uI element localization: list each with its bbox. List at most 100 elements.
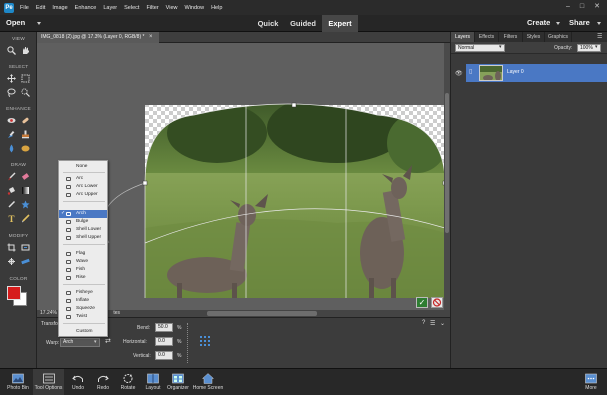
warp-option-shell-upper[interactable]: Shell Upper (59, 234, 107, 242)
crop-tool-icon[interactable] (6, 242, 17, 253)
opacity-chevron-icon[interactable]: ▾ (595, 44, 598, 50)
custom-shape-tool-icon[interactable] (20, 199, 31, 210)
tab-styles[interactable]: Styles (523, 32, 545, 42)
photo-bin-button[interactable]: Photo Bin (3, 369, 33, 395)
menu-select[interactable]: Select (124, 5, 139, 11)
share-chevron-down-icon[interactable] (597, 22, 601, 25)
create-chevron-down-icon[interactable] (556, 22, 560, 25)
warp-option-squeeze[interactable]: Squeeze (59, 305, 107, 313)
foreground-color-swatch[interactable] (7, 286, 21, 300)
horizontal-input[interactable]: 0.0 (155, 337, 173, 346)
type-tool-icon[interactable]: T (6, 213, 17, 224)
menu-image[interactable]: Image (52, 5, 67, 11)
layer-row[interactable]: ▯ Layer 0 (466, 64, 607, 82)
menu-filter[interactable]: Filter (146, 5, 158, 11)
more-button[interactable]: More (576, 369, 606, 395)
tab-graphics[interactable]: Graphics (545, 32, 572, 42)
arc-upper-icon (66, 193, 71, 197)
menu-view[interactable]: View (166, 5, 178, 11)
pencil-tool-icon[interactable] (20, 213, 31, 224)
warp-option-inflate[interactable]: Inflate (59, 297, 107, 305)
brush-tool-icon[interactable] (6, 171, 17, 182)
tab-effects[interactable]: Effects (475, 32, 499, 42)
organizer-icon (172, 373, 184, 384)
warp-select-chevron-icon[interactable]: ▾ (94, 339, 97, 345)
warped-photo (145, 104, 445, 298)
open-button[interactable]: Open (6, 18, 25, 27)
tab-layers[interactable]: Layers (451, 32, 475, 42)
more-icon (585, 373, 597, 384)
warp-option-arc-lower[interactable]: Arc Lower (59, 183, 107, 191)
red-eye-tool-icon[interactable] (6, 115, 17, 126)
warp-option-twist[interactable]: Twist (59, 313, 107, 321)
tab-filters[interactable]: Filters (499, 32, 523, 42)
menu-window[interactable]: Window (185, 5, 205, 11)
warp-orientation-icon[interactable]: ⇄ (105, 337, 111, 345)
warp-option-custom[interactable]: Custom (59, 328, 107, 336)
horizontal-scroll-thumb[interactable] (207, 311, 317, 316)
warp-option-arc[interactable]: Arc (59, 175, 107, 183)
straighten-tool-icon[interactable] (20, 256, 31, 267)
spot-healing-tool-icon[interactable] (20, 115, 31, 126)
help-icon[interactable]: ? (422, 320, 425, 326)
quick-selection-tool-icon[interactable] (20, 87, 31, 98)
vertical-input[interactable]: 0.0 (155, 351, 173, 360)
document-tab[interactable]: IMG_0818 (2).jpg @ 17.3% (Layer 0, RGB/8… (37, 32, 159, 43)
marquee-tool-icon[interactable] (20, 73, 31, 84)
panel-menu-icon[interactable]: ☰ (597, 33, 602, 40)
warp-option-arch[interactable]: ✓ Arch (59, 210, 107, 218)
eraser-tool-icon[interactable] (20, 171, 31, 182)
bend-input[interactable]: 50.0 (155, 323, 173, 332)
maximize-icon[interactable]: □ (577, 2, 587, 12)
mode-expert[interactable]: Expert (322, 15, 358, 32)
clone-stamp-tool-icon[interactable] (20, 129, 31, 140)
content-aware-move-tool-icon[interactable] (6, 256, 17, 267)
tool-options-button[interactable]: Tool Options (33, 369, 64, 395)
options-menu-icon[interactable]: ☰ (430, 320, 435, 327)
warp-option-bulge[interactable]: Bulge (59, 218, 107, 226)
collapse-chevron-icon[interactable]: ⌄ (440, 320, 445, 327)
blend-mode-select[interactable]: Normal (455, 44, 505, 52)
paint-bucket-tool-icon[interactable] (6, 185, 17, 196)
open-chevron-down-icon[interactable] (37, 22, 41, 25)
layer-visibility-eye-icon[interactable]: 👁 (455, 70, 463, 77)
warp-option-arc-upper[interactable]: Arc Upper (59, 191, 107, 199)
organizer-button[interactable]: Organizer (163, 369, 193, 395)
vertical-scroll-thumb[interactable] (445, 93, 449, 233)
menu-enhance[interactable]: Enhance (75, 5, 97, 11)
hand-tool-icon[interactable] (20, 45, 31, 56)
warp-option-rise[interactable]: Rise (59, 274, 107, 282)
menu-file[interactable]: File (20, 5, 29, 11)
sponge-tool-icon[interactable] (20, 143, 31, 154)
grid-icon[interactable] (200, 336, 210, 348)
create-button[interactable]: Create (527, 18, 550, 27)
commit-checkmark-icon[interactable]: ✓ (416, 297, 428, 308)
zoom-tool-icon[interactable] (6, 45, 17, 56)
gradient-tool-icon[interactable] (20, 185, 31, 196)
menu-help[interactable]: Help (211, 5, 222, 11)
lasso-tool-icon[interactable] (6, 87, 17, 98)
minimize-icon[interactable]: – (563, 2, 573, 12)
warp-option-fish[interactable]: Fish (59, 266, 107, 274)
warp-option-shell-lower[interactable]: Shell Lower (59, 226, 107, 234)
home-screen-button[interactable]: Home Screen (190, 369, 226, 395)
share-button[interactable]: Share (569, 18, 590, 27)
blur-tool-icon[interactable] (6, 143, 17, 154)
warp-option-flag[interactable]: Flag (59, 250, 107, 258)
tab-close-icon[interactable]: × (149, 32, 153, 43)
cancel-icon[interactable] (431, 297, 443, 308)
close-icon[interactable]: ✕ (592, 2, 602, 12)
mode-guided[interactable]: Guided (287, 15, 319, 32)
recompose-tool-icon[interactable] (20, 242, 31, 253)
warp-option-wave[interactable]: Wave (59, 258, 107, 266)
warp-option-fisheye[interactable]: Fisheye (59, 289, 107, 297)
menu-edit[interactable]: Edit (36, 5, 45, 11)
move-tool-icon[interactable] (6, 73, 17, 84)
smart-brush-tool-icon[interactable] (6, 129, 17, 140)
warp-style-dropdown[interactable]: None Arc Arc Lower Arc Upper ✓ Arch Bulge… (58, 160, 108, 337)
mode-quick[interactable]: Quick (252, 15, 284, 32)
blend-chevron-icon[interactable]: ▾ (499, 44, 502, 50)
color-picker-tool-icon[interactable] (6, 199, 17, 210)
menu-layer[interactable]: Layer (103, 5, 117, 11)
warp-option-none[interactable]: None (59, 163, 107, 171)
